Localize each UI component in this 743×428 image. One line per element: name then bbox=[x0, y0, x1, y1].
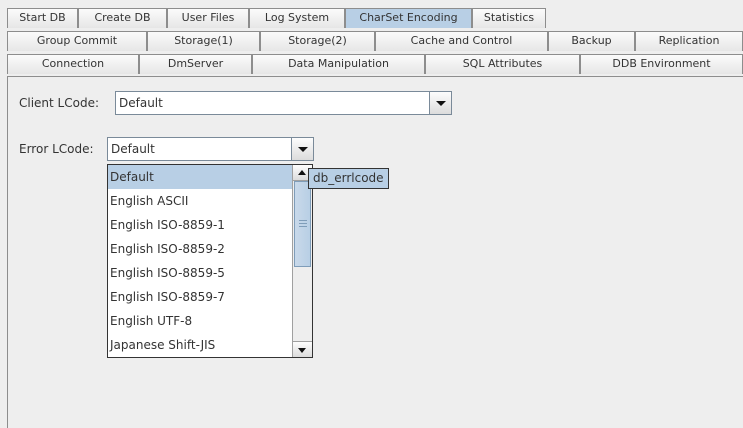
vertical-scrollbar[interactable] bbox=[292, 165, 312, 357]
list-item[interactable]: English ISO-8859-5 bbox=[108, 261, 292, 285]
chevron-down-icon bbox=[298, 147, 308, 152]
tab-statistics[interactable]: Statistics bbox=[472, 8, 546, 28]
tab-group-commit[interactable]: Group Commit bbox=[7, 31, 147, 51]
tab-backup[interactable]: Backup bbox=[548, 31, 635, 51]
tab-data-manipulation[interactable]: Data Manipulation bbox=[252, 54, 425, 74]
error-lcode-dropdown-list[interactable]: Default English ASCII English ISO-8859-1… bbox=[107, 164, 313, 358]
grip-line bbox=[299, 226, 307, 227]
error-lcode-value: Default bbox=[111, 142, 155, 156]
client-lcode-dropdown-button[interactable] bbox=[429, 92, 451, 114]
client-lcode-combobox[interactable]: Default bbox=[115, 91, 452, 115]
tab-create-db[interactable]: Create DB bbox=[78, 8, 167, 28]
grip-line bbox=[299, 223, 307, 224]
list-item[interactable]: English UTF-8 bbox=[108, 309, 292, 333]
list-item[interactable]: English ISO-8859-2 bbox=[108, 237, 292, 261]
list-item[interactable]: Default bbox=[108, 165, 292, 189]
tab-connection[interactable]: Connection bbox=[7, 54, 139, 74]
tab-cache-and-control[interactable]: Cache and Control bbox=[375, 31, 548, 51]
arrow-down-icon bbox=[298, 348, 306, 353]
error-lcode-label: Error LCode: bbox=[19, 142, 94, 156]
grip-line bbox=[299, 220, 307, 221]
tab-user-files[interactable]: User Files bbox=[167, 8, 249, 28]
tab-ddb-environment[interactable]: DDB Environment bbox=[580, 54, 743, 74]
scroll-down-button[interactable] bbox=[293, 341, 312, 357]
list-item[interactable]: English ISO-8859-1 bbox=[108, 213, 292, 237]
list-item[interactable]: English ISO-8859-7 bbox=[108, 285, 292, 309]
client-lcode-label: Client LCode: bbox=[19, 96, 100, 110]
tab-charset-encoding[interactable]: CharSet Encoding bbox=[345, 8, 472, 28]
tab-replication[interactable]: Replication bbox=[635, 31, 743, 51]
client-lcode-value: Default bbox=[119, 96, 163, 110]
tab-storage-1[interactable]: Storage(1) bbox=[147, 31, 260, 51]
list-item[interactable]: English ASCII bbox=[108, 189, 292, 213]
error-lcode-dropdown-button[interactable] bbox=[291, 138, 313, 160]
chevron-down-icon bbox=[436, 101, 446, 106]
error-lcode-combobox[interactable]: Default bbox=[107, 137, 314, 161]
tab-start-db[interactable]: Start DB bbox=[7, 8, 78, 28]
tab-log-system[interactable]: Log System bbox=[249, 8, 345, 28]
list-item[interactable]: Japanese Shift-JIS bbox=[108, 333, 292, 357]
tab-storage-2[interactable]: Storage(2) bbox=[260, 31, 375, 51]
tab-dmserver[interactable]: DmServer bbox=[139, 54, 252, 74]
scrollbar-thumb[interactable] bbox=[294, 181, 311, 267]
tab-sql-attributes[interactable]: SQL Attributes bbox=[425, 54, 580, 74]
arrow-up-icon bbox=[298, 170, 306, 175]
tooltip: db_errlcode bbox=[308, 168, 389, 189]
